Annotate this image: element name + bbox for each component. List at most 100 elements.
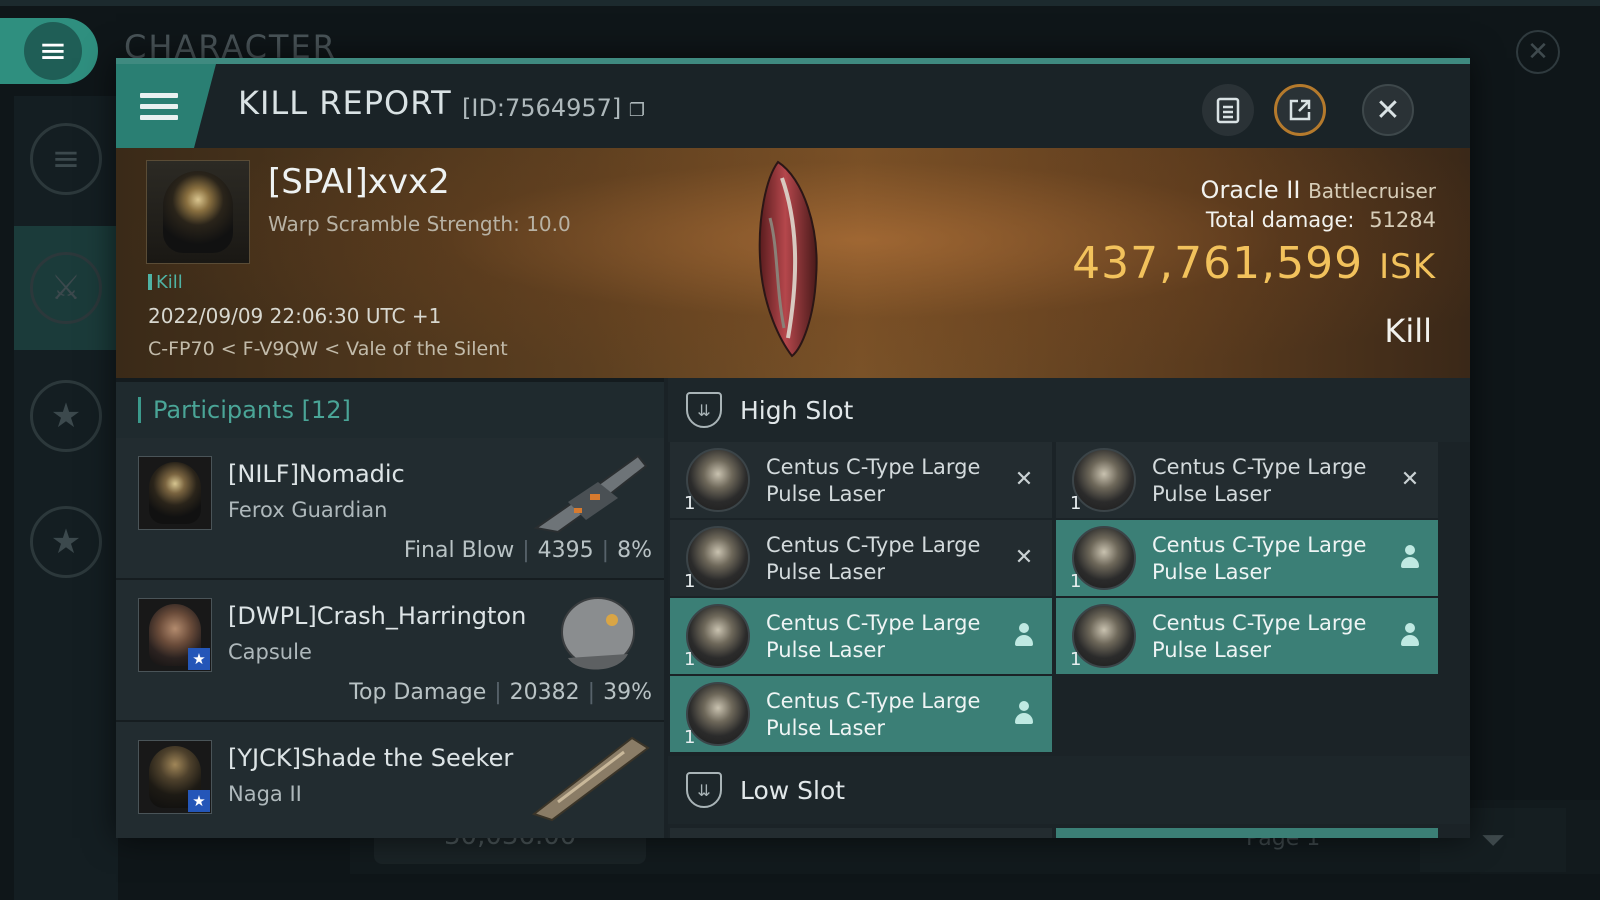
- high-slot-icon: ⇊: [686, 392, 722, 428]
- ship-name-line[interactable]: Oracle II Battlecruiser: [1201, 176, 1436, 204]
- top-edge: [0, 0, 1600, 6]
- participant-row[interactable]: [NILF]Nomadic Ferox Guardian Final Blow |…: [116, 438, 664, 580]
- module-name: Centus C-Type Large Pulse Laser: [1152, 533, 1367, 584]
- high-slot-label: High Slot: [740, 395, 854, 425]
- kill-report-dialog: KILL REPORT [ID:7564957] ❐ ✕ [SPAI]xvx2 …: [116, 58, 1470, 838]
- kill-result-label: Kill: [1384, 312, 1432, 350]
- module-name: Centus C-Type Large Pulse Laser: [766, 689, 981, 740]
- dropped-person-icon: [1012, 700, 1036, 726]
- dropped-person-icon: [1398, 622, 1422, 648]
- main-menu-button[interactable]: ≡: [0, 18, 98, 84]
- module-quantity: 1: [1070, 571, 1082, 592]
- sidebar-star-item[interactable]: ★: [14, 354, 118, 478]
- isk-value-line: 437,761,599 ISK: [1072, 238, 1436, 289]
- share-button[interactable]: [1274, 84, 1326, 136]
- pulse-laser-icon: [1072, 448, 1136, 512]
- participant-ship-image: [531, 736, 650, 822]
- sidebar-combat-item[interactable]: ⚔: [14, 226, 118, 350]
- module-quantity: 1: [1070, 649, 1082, 670]
- dialog-menu-button[interactable]: [116, 64, 216, 148]
- fitting-panel: ⇊ High Slot 1 Centus C-Type Large Pulse …: [668, 378, 1470, 838]
- warp-scramble-strength: Warp Scramble Strength: 10.0: [268, 212, 571, 236]
- module-item[interactable]: 1 Centus C-Type Large Pulse Laser ✕: [670, 442, 1052, 518]
- high-slot-header: ⇊ High Slot: [668, 378, 1470, 442]
- pulse-laser-icon: [686, 604, 750, 668]
- victim-portrait[interactable]: [146, 160, 250, 264]
- pulse-laser-icon: [686, 526, 750, 590]
- participant-avatar[interactable]: [138, 456, 212, 530]
- low-slot-label: Low Slot: [740, 775, 846, 805]
- star-badge-icon: ★: [188, 790, 210, 812]
- participant-avatar[interactable]: ★: [138, 740, 212, 814]
- participant-stats: Final Blow | 4395 | 8%: [403, 538, 652, 563]
- helmet-avatar: [163, 171, 233, 253]
- module-item[interactable]: 1 Centus C-Type Large Pulse Laser: [1056, 520, 1438, 596]
- pulse-laser-icon: [1072, 604, 1136, 668]
- total-damage: Total damage: 51284: [1206, 208, 1436, 232]
- participants-title: Participants [12]: [153, 396, 351, 424]
- low-slot-icon: ⇊: [686, 772, 722, 808]
- participants-panel: Participants [12] [NILF]Nomadic Ferox Gu…: [116, 378, 664, 838]
- copy-small-icon[interactable]: ❐: [629, 100, 645, 121]
- destroyed-icon: ✕: [1400, 466, 1420, 492]
- victim-name[interactable]: [SPAI]xvx2: [268, 162, 450, 202]
- pulse-laser-icon: [1072, 526, 1136, 590]
- kill-location[interactable]: C-FP70 < F-V9QW < Vale of the Silent: [148, 338, 508, 360]
- module-item[interactable]: 1 Centus C-Type Large Pulse Laser: [670, 598, 1052, 674]
- participant-avatar[interactable]: ★: [138, 598, 212, 672]
- participant-ship: Naga II: [228, 782, 302, 806]
- module-name: Centus C-Type Large Pulse Laser: [766, 455, 981, 506]
- isk-value: 437,761,599: [1072, 238, 1364, 289]
- list-icon: ≡: [30, 123, 102, 195]
- share-icon: [1289, 99, 1311, 121]
- star-badge-icon: ★: [30, 506, 102, 578]
- participant-ship: Ferox Guardian: [228, 498, 388, 522]
- pulse-laser-icon: [686, 682, 750, 746]
- participant-row[interactable]: ★ [YJCK]Shade the Seeker Naga II: [116, 722, 664, 838]
- dialog-header: KILL REPORT [ID:7564957] ❐ ✕: [116, 64, 1470, 148]
- destroyed-icon: ✕: [1014, 466, 1034, 492]
- hamburger-icon: ≡: [24, 22, 82, 80]
- dropped-person-icon: [1012, 622, 1036, 648]
- destroyed-icon: ✕: [1014, 544, 1034, 570]
- module-item[interactable]: 1 Centus C-Type Large Pulse Laser ✕: [670, 520, 1052, 596]
- module-quantity: 1: [684, 571, 696, 592]
- kill-datetime: 2022/09/09 22:06:30 UTC +1: [148, 304, 442, 328]
- low-slot-module-peek[interactable]: [670, 828, 1052, 838]
- participant-name: [DWPL]Crash_Harrington: [228, 602, 527, 630]
- damage-percent: 39%: [603, 680, 652, 705]
- low-slot-module-peek[interactable]: [1056, 828, 1438, 838]
- close-button[interactable]: ✕: [1362, 84, 1414, 136]
- kill-tag: Kill: [148, 272, 183, 293]
- kill-id[interactable]: [ID:7564957] ❐: [462, 94, 645, 122]
- participant-ship-image: [561, 597, 635, 670]
- sidebar-menu-item[interactable]: ≡: [14, 96, 118, 222]
- module-quantity: 1: [684, 727, 696, 748]
- total-damage-value: 51284: [1369, 208, 1436, 232]
- stat-label: Top Damage: [349, 680, 487, 705]
- participants-header[interactable]: Participants [12]: [116, 378, 664, 438]
- module-item[interactable]: 1 Centus C-Type Large Pulse Laser ✕: [1056, 442, 1438, 518]
- participant-name: [YJCK]Shade the Seeker: [228, 744, 514, 772]
- module-item[interactable]: 1 Centus C-Type Large Pulse Laser: [1056, 598, 1438, 674]
- low-slot-header: ⇊ Low Slot: [668, 756, 1470, 824]
- participant-stats: Top Damage | 20382 | 39%: [349, 680, 652, 705]
- participant-ship: Capsule: [228, 640, 312, 664]
- clipboard-icon: [1216, 97, 1240, 124]
- sidebar-star-item-2[interactable]: ★: [14, 480, 118, 604]
- module-item[interactable]: 1 Centus C-Type Large Pulse Laser: [670, 676, 1052, 752]
- hamburger-icon: [140, 87, 178, 126]
- module-name: Centus C-Type Large Pulse Laser: [766, 533, 981, 584]
- module-quantity: 1: [1070, 493, 1082, 514]
- copy-report-button[interactable]: [1202, 84, 1254, 136]
- dialog-title: KILL REPORT: [238, 84, 452, 122]
- victim-banner: [SPAI]xvx2 Warp Scramble Strength: 10.0 …: [116, 148, 1470, 378]
- victim-ship-image[interactable]: [748, 158, 828, 358]
- damage-value: 4395: [537, 538, 594, 563]
- module-name: Centus C-Type Large Pulse Laser: [766, 611, 981, 662]
- background-close-icon[interactable]: ✕: [1516, 30, 1560, 74]
- damage-percent: 8%: [617, 538, 652, 563]
- participant-ship-image: [533, 454, 648, 534]
- pulse-laser-icon: [686, 448, 750, 512]
- participant-row[interactable]: ★ [DWPL]Crash_Harrington Capsule Top Dam…: [116, 580, 664, 722]
